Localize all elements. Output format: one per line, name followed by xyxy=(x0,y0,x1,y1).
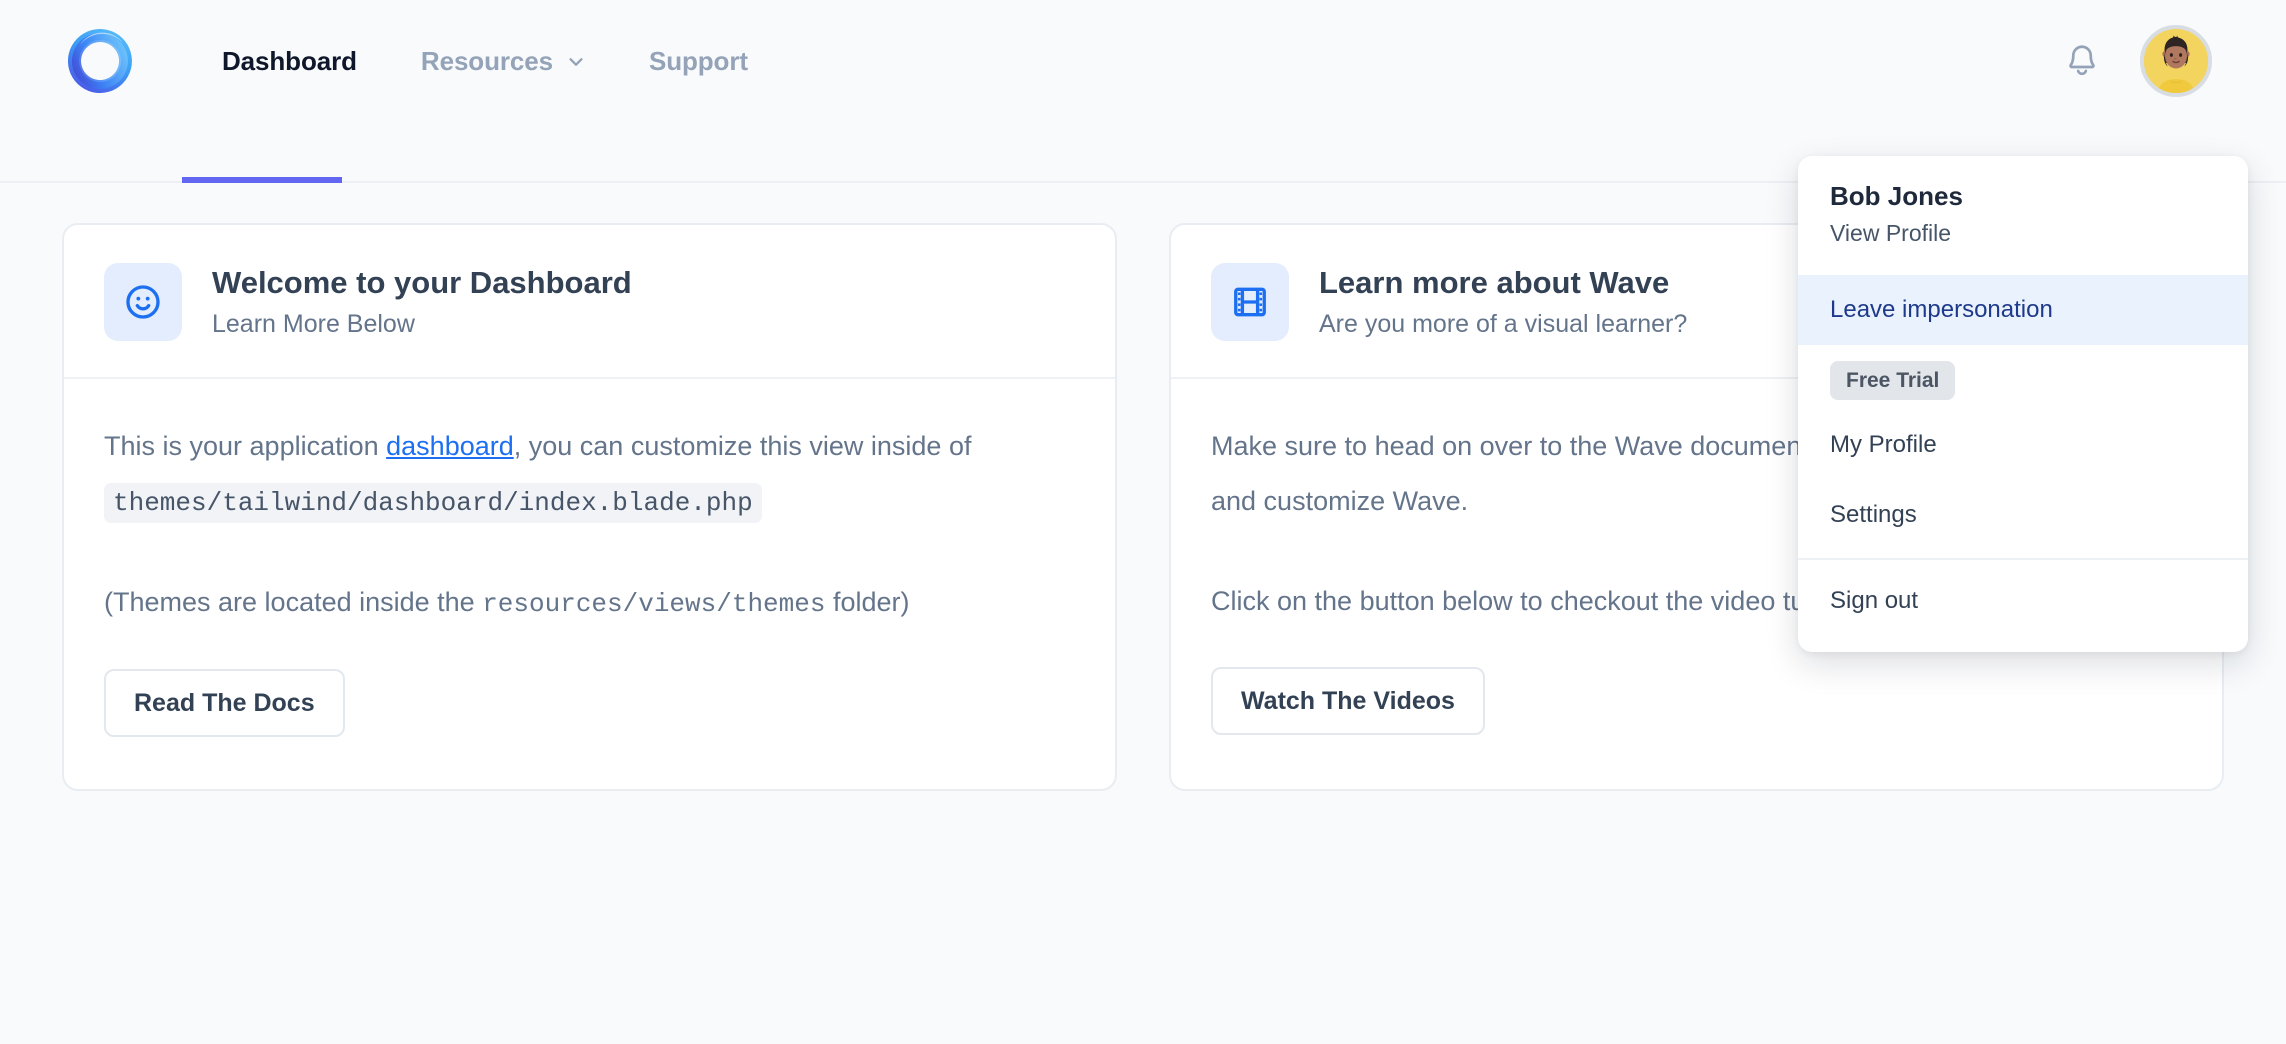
dropdown-item-my-profile[interactable]: My Profile xyxy=(1798,410,2248,480)
dropdown-item-sign-out[interactable]: Sign out xyxy=(1798,566,2248,636)
navbar-right-actions xyxy=(2060,25,2222,97)
learn-more-card-title: Learn more about Wave xyxy=(1319,264,1670,300)
themes-folder-code: resources/views/themes xyxy=(482,588,826,619)
read-the-docs-button[interactable]: Read The Docs xyxy=(104,668,345,737)
nav-links: Dashboard Resources Support xyxy=(190,0,780,122)
themes-note-post: folder) xyxy=(825,586,910,617)
smiley-face-icon xyxy=(104,263,182,341)
welcome-card-titles: Welcome to your Dashboard Learn More Bel… xyxy=(212,264,632,340)
watch-the-videos-button[interactable]: Watch The Videos xyxy=(1211,667,1485,736)
welcome-card-title: Welcome to your Dashboard xyxy=(212,264,632,300)
nav-item-resources[interactable]: Resources xyxy=(389,0,617,122)
dropdown-item-settings[interactable]: Settings xyxy=(1798,480,2248,550)
chevron-down-icon xyxy=(567,53,585,71)
welcome-card-paragraph-2: (Themes are located inside the resources… xyxy=(104,575,1075,631)
welcome-card-header: Welcome to your Dashboard Learn More Bel… xyxy=(64,225,1115,379)
bell-icon xyxy=(2063,42,2101,80)
learn-more-card-titles: Learn more about Wave Are you more of a … xyxy=(1319,264,1687,340)
dropdown-user-name: Bob Jones xyxy=(1830,181,1963,211)
film-strip-icon xyxy=(1211,263,1289,341)
status-badge: Free Trial xyxy=(1830,361,1956,401)
welcome-card-subtitle: Learn More Below xyxy=(212,309,415,338)
welcome-text-pre: This is your application xyxy=(104,431,387,461)
welcome-card: Welcome to your Dashboard Learn More Bel… xyxy=(62,223,1117,791)
welcome-card-paragraph-1: This is your application dashboard, you … xyxy=(104,419,1075,531)
theme-path-code: themes/tailwind/dashboard/index.blade.ph… xyxy=(104,483,762,524)
dropdown-header: Bob Jones View Profile xyxy=(1798,156,2248,275)
nav-item-resources-label: Resources xyxy=(420,45,553,76)
learn-more-card-subtitle: Are you more of a visual learner? xyxy=(1319,309,1688,338)
dashboard-link[interactable]: dashboard xyxy=(386,431,514,461)
dropdown-plan-badge-row: Free Trial xyxy=(1798,345,2248,410)
nav-item-support-label: Support xyxy=(648,45,748,76)
dropdown-view-profile-link[interactable]: View Profile xyxy=(1830,219,2216,249)
nav-item-dashboard[interactable]: Dashboard xyxy=(190,0,389,122)
dropdown-bottom-section: Sign out xyxy=(1798,560,2248,652)
dropdown-item-leave-impersonation[interactable]: Leave impersonation xyxy=(1798,275,2248,346)
nav-item-support[interactable]: Support xyxy=(617,0,780,122)
welcome-text-post: , you can customize this view inside of xyxy=(513,431,972,461)
themes-note-pre: (Themes are located inside the xyxy=(104,586,483,617)
avatar[interactable] xyxy=(2140,25,2212,97)
active-tab-underline xyxy=(182,177,342,183)
nav-item-dashboard-label: Dashboard xyxy=(222,45,357,76)
navbar-inner: Dashboard Resources Support xyxy=(64,0,2222,122)
user-dropdown-menu: Bob Jones View Profile Leave impersonati… xyxy=(1798,156,2248,653)
notifications-bell-button[interactable] xyxy=(2060,39,2104,83)
welcome-card-body: This is your application dashboard, you … xyxy=(64,379,1115,789)
wave-ring-logo[interactable] xyxy=(64,25,136,97)
